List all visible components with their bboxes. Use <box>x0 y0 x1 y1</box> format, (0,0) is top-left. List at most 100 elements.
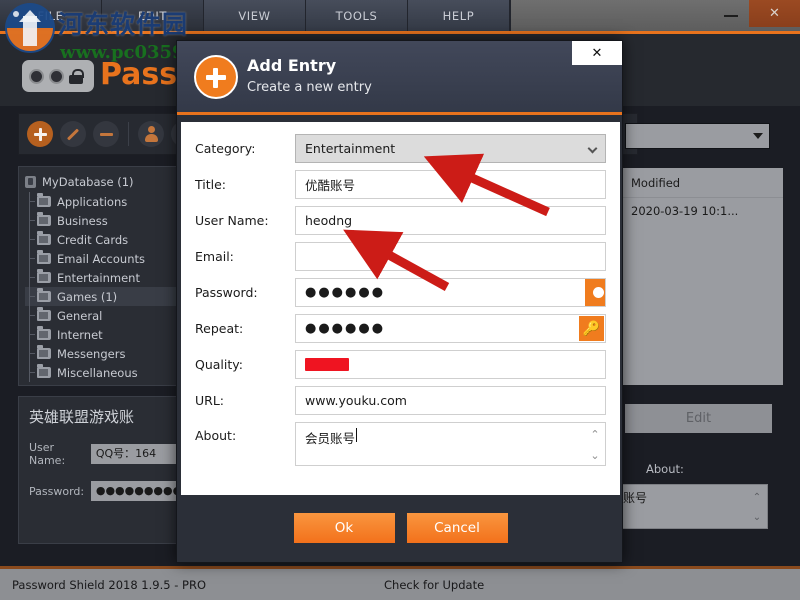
sidebar-item-entertainment[interactable]: Entertainment <box>25 268 177 287</box>
sidebar-item-general[interactable]: General <box>25 306 177 325</box>
user-icon[interactable] <box>138 121 164 147</box>
tree-root-node[interactable]: MyDatabase (1) <box>25 175 177 189</box>
add-entry-plus-icon <box>194 55 238 99</box>
about-input[interactable]: 会员账号 ⌃ ⌄ <box>295 422 606 466</box>
entry-preview-panel: 英雄联盟游戏账 User Name: QQ号：164 Password: ●●●… <box>18 396 178 544</box>
field-row-quality: Quality: <box>195 350 606 379</box>
folder-icon <box>37 348 51 359</box>
field-label-repeat: Repeat: <box>195 321 295 336</box>
menu-label: VIEW <box>238 9 270 23</box>
title-bar-filler: ✕ <box>510 0 800 31</box>
folder-icon <box>37 310 51 321</box>
category-select[interactable]: Entertainment <box>295 134 606 163</box>
edit-entry-icon[interactable] <box>60 121 86 147</box>
repeat-password-value: ●●●●●● <box>305 321 385 336</box>
sidebar-item-messengers[interactable]: Messengers <box>25 344 177 363</box>
lock-icon <box>69 69 83 84</box>
watermark-site-name: 河东软件园 <box>58 5 188 41</box>
menu-label: TOOLS <box>336 9 378 23</box>
cancel-button[interactable]: Cancel <box>407 513 508 543</box>
table-row[interactable]: 2020-03-19 10:1... <box>617 198 783 224</box>
add-entry-dialog: Add Entry Create a new entry ✕ Category:… <box>176 40 623 563</box>
logo-dot-icon <box>49 69 64 84</box>
tree-item-label: Internet <box>57 328 103 342</box>
status-bar: Password Shield 2018 1.9.5 - PRO Check f… <box>0 569 800 600</box>
category-value: Entertainment <box>305 141 395 156</box>
minimize-icon[interactable] <box>724 15 738 17</box>
about-textarea[interactable]: 账号 ⌃ ⌄ <box>616 484 768 529</box>
tree-item-label: Messengers <box>57 347 125 361</box>
scroll-down-icon[interactable]: ⌄ <box>590 449 599 462</box>
dialog-footer: Ok Cancel <box>181 495 620 560</box>
app-logo-badge <box>22 60 94 92</box>
tree-item-label: Business <box>57 214 108 228</box>
sidebar-item-credit-cards[interactable]: Credit Cards <box>25 230 177 249</box>
folder-icon <box>37 253 51 264</box>
field-row-email: Email: <box>195 242 606 271</box>
entry-list-panel: Modified 2020-03-19 10:1... <box>616 167 784 386</box>
field-row-about: About: 会员账号 ⌃ ⌄ <box>195 422 606 466</box>
about-input-value: 会员账号 <box>305 428 355 447</box>
folder-icon <box>37 196 51 207</box>
url-input[interactable]: www.youku.com <box>295 386 606 415</box>
menu-item-tools[interactable]: TOOLS <box>306 0 408 31</box>
tree-item-label: General <box>57 309 102 323</box>
dialog-subtitle: Create a new entry <box>247 80 372 95</box>
edit-button-label: Edit <box>686 411 711 426</box>
scroll-up-icon[interactable]: ⌃ <box>590 428 599 441</box>
tree-item-label: Games (1) <box>57 290 117 304</box>
sidebar-item-email-accounts[interactable]: Email Accounts <box>25 249 177 268</box>
close-icon: ✕ <box>592 46 603 61</box>
email-input[interactable] <box>295 242 606 271</box>
field-row-url: URL: www.youku.com <box>195 386 606 415</box>
entry-preview-title: 英雄联盟游戏账 <box>19 397 177 427</box>
ok-button[interactable]: Ok <box>294 513 395 543</box>
text-caret <box>356 428 357 442</box>
title-input[interactable]: 优酷账号 <box>295 170 606 199</box>
add-entry-icon[interactable] <box>27 121 53 147</box>
sidebar-item-internet[interactable]: Internet <box>25 325 177 344</box>
list-column-header[interactable]: Modified <box>617 168 783 198</box>
add-entry-form: Category: Entertainment Title: 优酷账号 User… <box>181 122 620 495</box>
scroll-down-icon[interactable]: ⌄ <box>749 507 765 527</box>
dialog-header: Add Entry Create a new entry ✕ <box>177 41 622 115</box>
check-for-update-link[interactable]: Check for Update <box>384 578 484 592</box>
scroll-up-icon[interactable]: ⌃ <box>749 487 765 507</box>
entry-preview-password-value[interactable]: ●●●●●●●●●● <box>91 481 177 501</box>
cell-modified: 2020-03-19 10:1... <box>631 204 738 218</box>
dialog-close-button[interactable]: ✕ <box>572 41 622 65</box>
repeat-password-input[interactable]: ●●●●●● 🔑 <box>295 314 606 343</box>
sidebar-item-miscellaneous[interactable]: Miscellaneous <box>25 363 177 382</box>
tree-item-label: Applications <box>57 195 127 209</box>
password-generator-key-icon[interactable]: 🔑 <box>579 316 604 341</box>
menu-item-help[interactable]: HELP <box>408 0 510 31</box>
app-window: FILE EDIT VIEW TOOLS HELP ✕ Pass 河东软件园 w… <box>0 0 800 600</box>
field-label-category: Category: <box>195 141 295 156</box>
sidebar-item-games[interactable]: Games (1) <box>25 287 177 306</box>
remove-entry-icon[interactable] <box>93 121 119 147</box>
field-label-password: Password: <box>195 285 295 300</box>
about-scroll-arrows[interactable]: ⌃ ⌄ <box>586 424 604 466</box>
category-tree-panel: MyDatabase (1) Applications Business Cre… <box>18 166 178 386</box>
quality-strength-bar <box>305 358 349 371</box>
entry-preview-username-value[interactable]: QQ号：164 <box>91 444 177 464</box>
edit-button[interactable]: Edit <box>625 404 772 433</box>
field-label-username: User Name: <box>195 213 295 228</box>
menu-item-view[interactable]: VIEW <box>204 0 306 31</box>
sidebar-item-business[interactable]: Business <box>25 211 177 230</box>
field-label-about: About: <box>195 422 295 443</box>
tree-root-label: MyDatabase (1) <box>42 175 134 189</box>
close-window-button[interactable]: ✕ <box>749 0 800 27</box>
password-input[interactable]: ●●●●●● <box>295 278 606 307</box>
password-value: ●●●●●● <box>305 285 385 300</box>
sidebar-item-applications[interactable]: Applications <box>25 192 177 211</box>
tree-item-label: Miscellaneous <box>57 366 138 380</box>
username-input[interactable]: heodng <box>295 206 606 235</box>
filter-dropdown[interactable] <box>625 123 770 149</box>
database-icon <box>25 176 36 188</box>
entry-preview-password-row: Password: ●●●●●●●●●● <box>19 481 177 501</box>
entry-preview-username-label: User Name: <box>29 441 85 467</box>
reveal-password-icon[interactable] <box>585 279 605 306</box>
logo-dot-icon <box>29 69 44 84</box>
watermark-logo-icon <box>3 2 57 54</box>
